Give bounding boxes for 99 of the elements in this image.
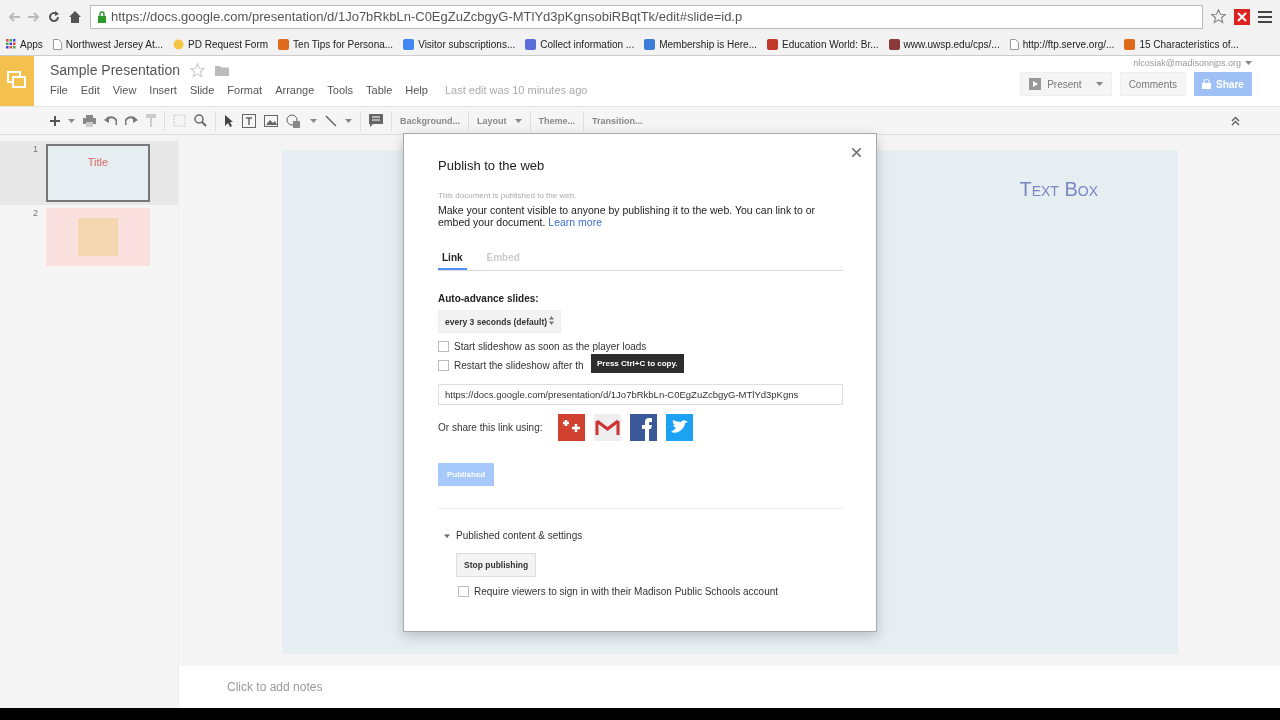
bird-icon[interactable]	[665, 414, 693, 441]
star-icon[interactable]	[189, 62, 205, 78]
caret-icon[interactable]	[514, 118, 522, 123]
site-icon	[644, 38, 656, 50]
menu-item[interactable]: Edit	[80, 84, 100, 96]
comment-icon[interactable]	[369, 114, 383, 127]
facebook-icon[interactable]	[629, 414, 657, 441]
site-icon	[525, 38, 537, 50]
option-label: Require viewers to sign in with their Madison Public Schools account	[474, 586, 779, 597]
checkbox[interactable]	[458, 586, 469, 597]
redo-icon[interactable]	[125, 116, 138, 125]
forward-icon[interactable]	[28, 11, 40, 22]
document-title[interactable]: Sample Presentation	[50, 62, 180, 78]
bookmark[interactable]: PD Request Form	[173, 38, 269, 50]
auto-advance-select[interactable]: every 3 seconds (default)	[438, 310, 562, 333]
bookmark[interactable]: Education World: Br...	[767, 38, 879, 50]
menu-item[interactable]: Format	[227, 84, 263, 96]
slide-number: 2	[32, 208, 38, 220]
slide-thumbnail-row[interactable]: 2	[0, 205, 178, 269]
undo-icon[interactable]	[104, 116, 117, 125]
comments-button[interactable]: Comments	[1119, 72, 1186, 96]
present-button[interactable]: Present	[1020, 72, 1112, 96]
description-text: Make your content visible to anyone by publishing it to the web. You can link to or embed your document. Learn more	[438, 204, 817, 228]
settings-toggle[interactable]: Published content & settings	[438, 530, 842, 541]
apps-grid-icon	[6, 39, 16, 49]
bookmark[interactable]: Ten Tips for Persona...	[278, 38, 394, 50]
back-icon[interactable]	[8, 11, 20, 22]
caret-icon[interactable]	[310, 118, 317, 123]
circle-icon	[173, 38, 185, 50]
stop-publishing-button[interactable]: Stop publishing	[456, 553, 537, 577]
site-icon	[403, 38, 415, 50]
site-icon	[1124, 38, 1136, 50]
lock-icon	[97, 10, 107, 23]
menu-item[interactable]: File	[50, 84, 68, 96]
print-icon[interactable]	[83, 114, 96, 127]
zoom-icon[interactable]	[194, 114, 207, 127]
status-text: This document is published to the web.	[438, 191, 578, 200]
text-box-icon[interactable]	[242, 113, 256, 128]
lock-icon	[1202, 79, 1212, 89]
pointer-icon[interactable]	[224, 113, 234, 128]
checkbox[interactable]	[438, 360, 449, 371]
thumbnail-title: Title	[87, 156, 109, 168]
star-icon[interactable]	[1211, 9, 1226, 24]
learn-more-link[interactable]: Learn more	[548, 216, 602, 228]
home-icon[interactable]	[68, 9, 82, 24]
bookmark[interactable]: http://ftp.serve.org/...	[1009, 38, 1115, 50]
close-icon[interactable]	[852, 148, 861, 157]
auto-advance-label: Auto-advance slides:	[438, 293, 540, 304]
collapse-icon[interactable]	[1231, 115, 1240, 126]
menu-item[interactable]: Insert	[149, 84, 177, 96]
bookmark[interactable]: Membership is Here...	[644, 38, 757, 50]
slides-logo-icon[interactable]	[0, 56, 34, 106]
link-field[interactable]: https://docs.google.com/presentation/d/1Jo7bRkbLn-C0EgZuZcbgyG-MTlYd3pKgns	[438, 384, 843, 405]
extension-icon[interactable]	[1234, 8, 1250, 25]
bookmark[interactable]: Apps	[6, 38, 43, 50]
mail-icon[interactable]	[593, 414, 621, 441]
bookmark[interactable]: Collect information ...	[525, 38, 635, 50]
caret-icon[interactable]	[68, 118, 75, 123]
folder-icon[interactable]	[214, 64, 229, 76]
play-icon	[1029, 78, 1042, 90]
bookmark[interactable]: www.uwsp.edu/cps/...	[888, 38, 1000, 50]
triangle-icon	[444, 532, 450, 539]
option-label: Start slideshow as soon as the player loads	[454, 341, 647, 352]
tab[interactable]: Link	[438, 252, 467, 270]
menu-item[interactable]: Slide	[189, 84, 215, 96]
caret-icon[interactable]	[1245, 61, 1252, 65]
page-icon	[52, 38, 62, 50]
bookmark[interactable]: Visitor subscriptions...	[403, 38, 516, 50]
line-icon[interactable]	[325, 114, 337, 127]
site-icon	[278, 38, 290, 50]
caret-icon[interactable]	[1095, 82, 1103, 86]
menu-item[interactable]: Help	[405, 84, 428, 96]
image-placeholder	[78, 218, 118, 256]
reload-icon[interactable]	[48, 10, 60, 23]
slide-thumbnail-row[interactable]: 1 Title	[0, 141, 178, 205]
bookmark[interactable]: Northwest Jersey At...	[52, 38, 164, 50]
image-icon[interactable]	[264, 114, 278, 127]
site-icon	[767, 38, 778, 50]
dialog-title: Publish to the web	[438, 158, 546, 173]
caret-icon[interactable]	[345, 118, 352, 123]
share-label: Or share this link using:	[438, 422, 543, 433]
menu-item[interactable]: Tools	[327, 84, 353, 96]
option-label: Restart the slideshow after th	[454, 360, 584, 371]
url-text: https://docs.google.com/presentation/d/1Jo7bRkbLn-C0EgZuZcbgyG-MTlYd3pKgnsobiRBqtTk/edit#slide=id.p	[111, 9, 743, 24]
menu-item[interactable]: Arrange	[275, 84, 315, 96]
shape-icon[interactable]	[286, 113, 302, 128]
checkbox[interactable]	[438, 341, 449, 352]
slide-number: 1	[32, 144, 38, 156]
up-down-arrows-icon	[549, 316, 555, 325]
menu-item[interactable]: Table	[366, 84, 393, 96]
address-bar[interactable]: https://docs.google.com/presentation/d/1Jo7bRkbLn-C0EgZuZcbgyG-MTlYd3pKgnsobiRBqtTk/edit#slide=id.p	[90, 4, 1203, 29]
site-icon	[888, 38, 900, 50]
bookmark[interactable]: 15 Characteristics of...	[1124, 38, 1239, 50]
plus-icon[interactable]	[50, 115, 60, 126]
page-icon	[1009, 38, 1019, 50]
tooltip: Press Ctrl+C to copy.	[591, 354, 684, 373]
menu-icon[interactable]	[1258, 10, 1272, 23]
menu-item[interactable]: View	[112, 84, 137, 96]
slide-thumbnail[interactable]	[46, 208, 150, 266]
